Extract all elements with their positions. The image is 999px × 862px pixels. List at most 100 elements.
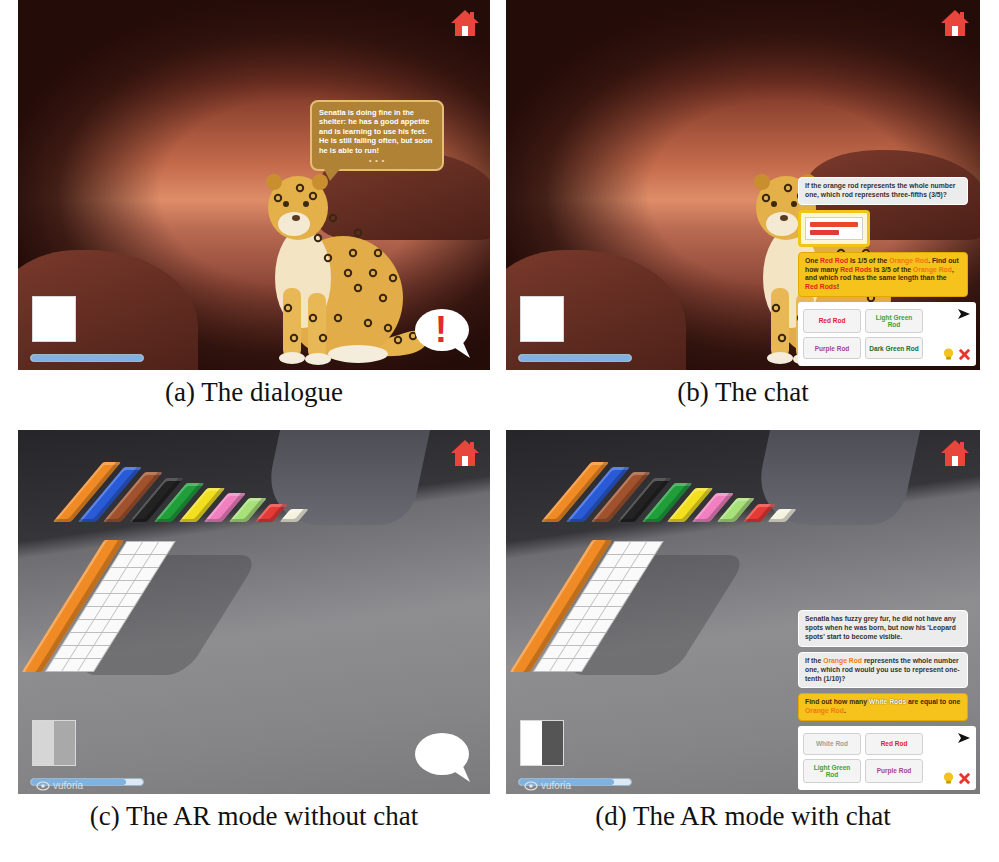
rod-set xyxy=(566,452,791,522)
chair xyxy=(260,430,430,525)
tool-icons xyxy=(942,771,971,785)
eye-icon xyxy=(524,781,538,791)
message-text: are equal to one xyxy=(906,698,960,705)
cave-scene: Senatla is doing fine in the shelter: he… xyxy=(18,0,490,370)
rod-set xyxy=(78,452,303,522)
chat-messages: Senatla has fuzzy grey fur, he did not h… xyxy=(798,610,976,721)
message-text: . xyxy=(844,707,846,714)
slot-cell xyxy=(542,721,563,765)
message-text: One xyxy=(805,257,820,264)
message-text: Red Rods xyxy=(805,283,837,290)
progress-bar xyxy=(30,354,144,362)
tool-icons xyxy=(942,347,971,361)
task-message: Find out how many White Rods are equal t… xyxy=(798,693,968,721)
eye-icon xyxy=(36,781,50,791)
message-text: Red Rods xyxy=(840,266,872,273)
dialogue-text: Senatla is doing fine in the shelter: he… xyxy=(319,108,435,155)
send-icon[interactable] xyxy=(957,307,971,321)
answer-button[interactable]: Light Green Rod xyxy=(865,309,923,334)
question-message: If the Orange Rod represents the whole n… xyxy=(798,652,968,688)
ar-camera-view: vuforia Senatla has fuzzy grey fur, he di… xyxy=(506,430,980,794)
picture-rod xyxy=(810,222,858,227)
answer-panel: White RodRed RodLight Green RodPurple Ro… xyxy=(798,726,976,790)
figure: Senatla is doing fine in the shelter: he… xyxy=(0,0,999,840)
answer-button[interactable]: Light Green Rod xyxy=(803,759,861,784)
chat-toggle-button[interactable] xyxy=(412,730,476,784)
message-text: Orange Rod xyxy=(823,657,862,664)
chat-toggle-button[interactable]: ! xyxy=(412,306,476,360)
message-text: ! xyxy=(837,283,839,290)
answer-button[interactable]: Purple Rod xyxy=(865,759,923,784)
inventory-slot[interactable] xyxy=(520,720,564,766)
slot-cell xyxy=(33,297,75,341)
slot-cell xyxy=(521,297,563,341)
message-text: is 3/5 of the xyxy=(872,266,913,273)
answer-options: Red RodLight Green RodPurple RodDark Gre… xyxy=(803,307,935,361)
message-text: If the orange rod represents the whole n… xyxy=(805,182,955,198)
home-icon[interactable] xyxy=(450,438,480,468)
answer-button[interactable]: Red Rod xyxy=(803,309,861,334)
chat-panel: Senatla has fuzzy grey fur, he did not h… xyxy=(798,430,976,790)
figure-caption: (d) The AR mode with chat xyxy=(506,794,980,840)
message-text: is 1/5 of the xyxy=(848,257,889,264)
answer-panel: Red RodLight Green RodPurple RodDark Gre… xyxy=(798,302,976,366)
answer-button[interactable]: Dark Green Rod xyxy=(865,337,923,359)
home-icon[interactable] xyxy=(940,438,970,468)
watermark: vuforia xyxy=(524,780,571,792)
message-text: Orange Rod xyxy=(913,266,952,273)
figure-panel: Senatla is doing fine in the shelter: he… xyxy=(18,0,490,430)
progress-bar xyxy=(518,778,632,786)
progress-fill xyxy=(31,355,143,361)
answer-button[interactable]: Purple Rod xyxy=(803,337,861,359)
answer-controls xyxy=(939,731,971,785)
close-icon[interactable] xyxy=(958,772,971,785)
question-message: If the orange rod represents the whole n… xyxy=(798,177,968,205)
message-text: White Rods xyxy=(869,698,906,705)
chat-panel: If the orange rod represents the whole n… xyxy=(798,0,976,366)
dialogue-pager: • • • xyxy=(319,157,435,166)
figure-panel: vuforia(c) The AR mode without chat xyxy=(18,430,490,840)
figure-panel: If the orange rod represents the whole n… xyxy=(506,0,980,430)
inventory-slot[interactable] xyxy=(520,296,564,342)
hint-bulb-icon[interactable] xyxy=(942,347,955,361)
home-icon[interactable] xyxy=(450,8,480,38)
answer-controls xyxy=(939,307,971,361)
picture-rod xyxy=(810,230,839,235)
answer-button[interactable]: Red Rod xyxy=(865,733,923,755)
message-text: Red Rod xyxy=(820,257,848,264)
close-icon[interactable] xyxy=(958,348,971,361)
message-text: Orange Rod xyxy=(805,707,844,714)
figure-caption: (a) The dialogue xyxy=(18,370,490,430)
figure-caption: (b) The chat xyxy=(506,370,980,430)
chat-messages: If the orange rod represents the whole n… xyxy=(798,177,976,297)
task-message: One Red Rod is 1/5 of the Orange Rod. Fi… xyxy=(798,252,968,297)
leopard-figure xyxy=(208,158,448,368)
slot-cell xyxy=(521,721,542,765)
message-text: Orange Rod xyxy=(889,257,928,264)
image-message xyxy=(798,210,870,247)
answer-button[interactable]: White Rod xyxy=(803,733,861,755)
inventory-slot[interactable] xyxy=(32,296,76,342)
home-icon[interactable] xyxy=(940,8,970,38)
question-message: Senatla has fuzzy grey fur, he did not h… xyxy=(798,610,968,646)
hint-bulb-icon[interactable] xyxy=(942,771,955,785)
rod-picture xyxy=(805,217,863,240)
ar-camera-view: vuforia xyxy=(18,430,490,794)
dialogue-bubble[interactable]: Senatla is doing fine in the shelter: he… xyxy=(310,100,444,171)
notice-mark: ! xyxy=(412,310,470,350)
slot-cell xyxy=(33,721,54,765)
progress-bar xyxy=(30,778,144,786)
cave-scene: If the orange rod represents the whole n… xyxy=(506,0,980,370)
send-icon[interactable] xyxy=(957,731,971,745)
message-text: If the xyxy=(805,657,823,664)
progress-fill xyxy=(519,355,631,361)
progress-bar xyxy=(518,354,632,362)
watermark-text: vuforia xyxy=(541,780,571,792)
answer-options: White RodRed RodLight Green RodPurple Ro… xyxy=(803,731,935,785)
message-text: Senatla has fuzzy grey fur, he did not h… xyxy=(805,615,956,640)
inventory-slot[interactable] xyxy=(32,720,76,766)
speech-bubble-icon xyxy=(412,730,476,784)
figure-panel: vuforia Senatla has fuzzy grey fur, he di… xyxy=(506,430,980,840)
message-text: Find out how many xyxy=(805,698,869,705)
watermark-text: vuforia xyxy=(53,780,83,792)
